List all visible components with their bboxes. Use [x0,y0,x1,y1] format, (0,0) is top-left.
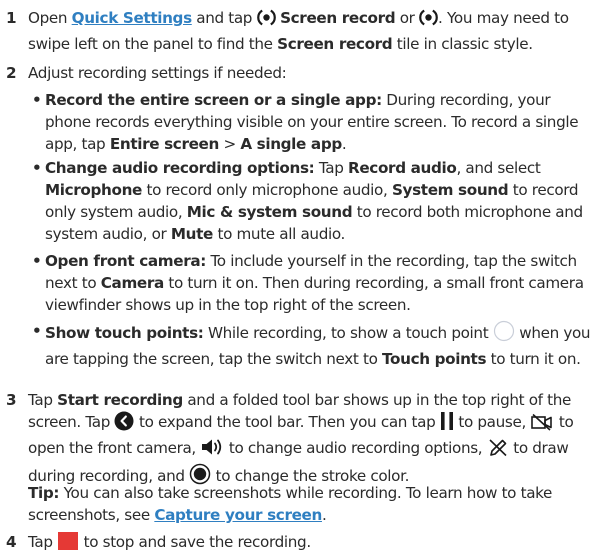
pen-off-icon [487,437,509,463]
tip-label: Tip: [28,484,60,502]
stop-icon [57,531,79,557]
bullet-dot: • [32,322,42,340]
pause-icon [440,411,454,437]
touch-point-icon [493,320,515,348]
capture-your-screen-link[interactable]: Capture your screen [154,506,322,524]
bullet-dot: • [32,91,42,109]
screen-record-icon [256,8,276,33]
screen-record-icon [419,8,438,33]
step-number: 2 [6,64,17,82]
step-number: 3 [6,391,17,409]
bullet-dot: • [32,159,42,177]
step-text: Tap to stop and save the recording. [28,531,594,557]
quick-settings-link[interactable]: Quick Settings [72,9,192,27]
step-number: 1 [6,9,17,27]
step-number: 4 [6,533,17,551]
tip-paragraph: Tip: You can also take screenshots while… [28,484,553,524]
bullet-dot: • [32,252,42,270]
step-text: Open Quick Settings and tap Screen recor… [28,8,569,53]
instructions-document: 1 Open Quick Settings and tap Screen rec… [0,0,596,555]
camera-off-icon [530,413,554,437]
step-text: Adjust recording settings if needed: [28,64,287,82]
speaker-icon [200,437,224,463]
chevron-left-circle-icon [114,411,134,437]
step-text: Tap Start recording and a folded tool ba… [28,389,594,491]
